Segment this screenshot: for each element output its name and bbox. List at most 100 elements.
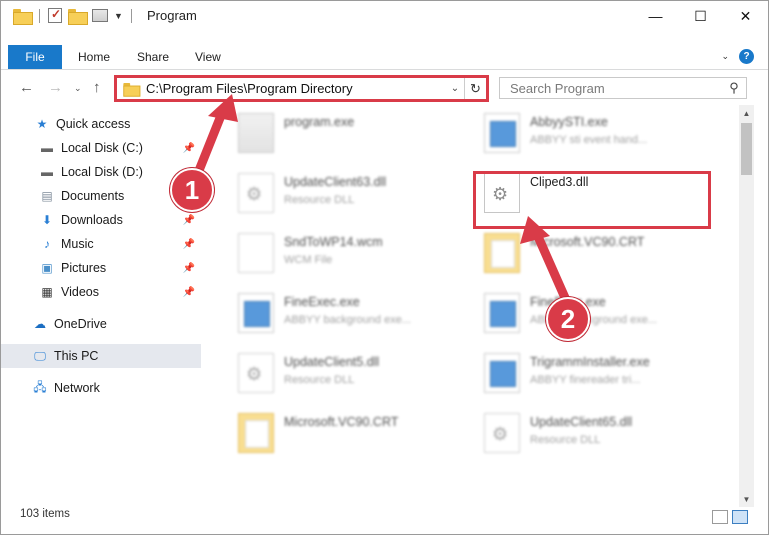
scroll-up-icon[interactable]: ▲ xyxy=(739,105,754,121)
computer-icon: 🖵 xyxy=(34,348,46,363)
folder-icon xyxy=(238,413,274,453)
sidebar-item-videos[interactable]: ▦ Videos 📌 xyxy=(1,280,201,304)
sidebar-item-this-pc[interactable]: 🖵 This PC xyxy=(1,344,201,368)
address-path[interactable]: C:\Program Files\Program Directory xyxy=(146,81,446,96)
refresh-icon[interactable]: ↻ xyxy=(464,78,486,99)
sidebar-item-label: Local Disk (D:) xyxy=(61,165,143,179)
network-icon: 🖧 xyxy=(33,379,47,394)
file-item[interactable]: FineExec.exe ABBYY background exe... xyxy=(216,287,446,339)
file-name: FineExec.exe xyxy=(284,295,360,309)
dll-gear-icon xyxy=(238,353,274,393)
sidebar-item-network[interactable]: 🖧 Network xyxy=(1,376,201,400)
expand-ribbon-chevron-icon[interactable]: ⌄ xyxy=(721,51,729,62)
folder-icon[interactable] xyxy=(13,8,33,25)
file-item[interactable]: program.exe xyxy=(216,107,446,159)
file-name: Microsoft.VC90.CRT xyxy=(530,235,645,249)
music-icon: ♪ xyxy=(44,237,50,251)
file-item[interactable]: UpdateClient5.dll Resource DLL xyxy=(216,347,446,399)
sidebar-item-downloads[interactable]: ⬇ Downloads 📌 xyxy=(1,208,201,232)
tab-view[interactable]: View xyxy=(195,50,221,64)
address-bar[interactable]: C:\Program Files\Program Directory ⌄ ↻ xyxy=(114,75,489,102)
cloud-icon: ☁ xyxy=(34,317,46,331)
file-description: Resource DLL xyxy=(530,434,601,446)
dll-gear-icon xyxy=(484,413,520,453)
sidebar-item-label: Pictures xyxy=(61,261,107,275)
sidebar-item-pictures[interactable]: ▣ Pictures 📌 xyxy=(1,256,201,280)
properties-check-icon[interactable] xyxy=(48,7,62,23)
sidebar-item-label: Quick access xyxy=(56,117,131,131)
tab-file[interactable]: File xyxy=(8,45,62,69)
vertical-scrollbar[interactable]: ▲ ▼ xyxy=(739,105,754,507)
navigation-bar: ← → ⌄ ↑ C:\Program Files\Program Directo… xyxy=(1,73,768,103)
dll-gear-icon xyxy=(238,173,274,213)
file-item[interactable]: TrigrammInstaller.exe ABBYY finereader t… xyxy=(462,347,692,399)
pin-icon[interactable]: 📌 xyxy=(183,143,195,154)
sidebar-item-label: Music xyxy=(61,237,94,251)
search-icon[interactable]: ⚲ xyxy=(722,80,746,96)
sidebar-item-music[interactable]: ♪ Music 📌 xyxy=(1,232,201,256)
ribbon-tabs: File Home Share View ⌄ ? xyxy=(1,45,768,69)
item-count: 103 items xyxy=(20,508,70,520)
file-name: UpdateClient65.dll xyxy=(530,415,633,429)
executable-icon xyxy=(484,293,520,333)
sidebar-item-label: This PC xyxy=(54,349,99,363)
address-dropdown-chevron-icon[interactable]: ⌄ xyxy=(446,83,464,94)
new-folder-icon[interactable] xyxy=(68,8,88,25)
pin-icon[interactable]: 📌 xyxy=(183,239,195,250)
executable-icon xyxy=(238,293,274,333)
scrollbar-thumb[interactable] xyxy=(741,123,752,175)
maximize-button[interactable]: ☐ xyxy=(678,1,723,31)
file-item[interactable]: AbbyySTI.exe ABBYY sti event hand... xyxy=(462,107,692,159)
file-item[interactable]: UpdateClient65.dll Resource DLL xyxy=(462,407,692,459)
forward-arrow-icon[interactable]: → xyxy=(48,79,63,96)
quick-access-toolbar: ▼ xyxy=(13,7,134,25)
minimize-button[interactable]: — xyxy=(633,1,678,31)
folder-item[interactable]: Microsoft.VC90.CRT xyxy=(216,407,446,459)
file-item[interactable]: UpdateClient63.dll Resource DLL xyxy=(216,167,446,219)
pin-icon[interactable]: 📌 xyxy=(183,287,195,298)
status-bar: 103 items xyxy=(1,507,768,535)
file-description: ABBYY finereader tri... xyxy=(530,374,641,386)
file-name: Microsoft.VC90.CRT xyxy=(284,415,399,429)
callout-badge-1: 1 xyxy=(170,168,214,212)
file-list: program.exe AbbyySTI.exe ABBYY sti event… xyxy=(206,105,736,505)
tiles-view-icon[interactable] xyxy=(732,510,748,524)
details-view-icon[interactable] xyxy=(712,510,728,524)
search-input[interactable]: Search Program ⚲ xyxy=(499,77,747,99)
toolbar-divider xyxy=(39,8,40,23)
file-description: Resource DLL xyxy=(284,374,355,386)
recent-chevron-icon[interactable]: ⌄ xyxy=(74,83,82,94)
file-name: UpdateClient63.dll xyxy=(284,175,387,189)
pin-icon[interactable]: 📌 xyxy=(183,263,195,274)
file-name: UpdateClient5.dll xyxy=(284,355,380,369)
sidebar-item-label: Documents xyxy=(61,189,125,203)
file-name: AbbyySTI.exe xyxy=(530,115,608,129)
view-properties-icon[interactable] xyxy=(92,9,108,22)
back-arrow-icon[interactable]: ← xyxy=(19,79,34,96)
folder-item[interactable]: Microsoft.VC90.CRT xyxy=(462,227,692,279)
close-button[interactable]: ✕ xyxy=(723,1,768,31)
callout-badge-2: 2 xyxy=(546,297,590,341)
file-item[interactable]: SndToWP14.wcm WCM File xyxy=(216,227,446,279)
sidebar-item-label: Downloads xyxy=(61,213,123,227)
pin-icon[interactable]: 📌 xyxy=(183,215,195,226)
customize-toolbar-chevron-icon[interactable]: ▼ xyxy=(114,11,123,21)
sidebar-item-label: OneDrive xyxy=(54,317,107,331)
videos-icon: ▦ xyxy=(41,285,53,299)
title-bar: ▼ Program — ☐ ✕ xyxy=(1,1,768,32)
scroll-down-icon[interactable]: ▼ xyxy=(739,491,754,507)
tab-share[interactable]: Share xyxy=(137,50,169,64)
file-description: WCM File xyxy=(284,254,333,266)
sidebar-item-quick-access[interactable]: ★ Quick access xyxy=(1,112,201,136)
up-arrow-icon[interactable]: ↑ xyxy=(93,79,101,96)
toolbar-divider xyxy=(130,8,132,23)
drive-icon: ▬ xyxy=(41,165,53,179)
search-placeholder[interactable]: Search Program xyxy=(500,81,722,96)
help-icon[interactable]: ? xyxy=(739,49,754,64)
sidebar-item-label: Videos xyxy=(61,285,99,299)
tab-home[interactable]: Home xyxy=(78,50,110,64)
sidebar-item-onedrive[interactable]: ☁ OneDrive xyxy=(1,312,201,336)
sidebar-item-local-disk-c[interactable]: ▬ Local Disk (C:) 📌 xyxy=(1,136,201,160)
documents-icon: ▤ xyxy=(41,189,53,203)
file-name: SndToWP14.wcm xyxy=(284,235,383,249)
